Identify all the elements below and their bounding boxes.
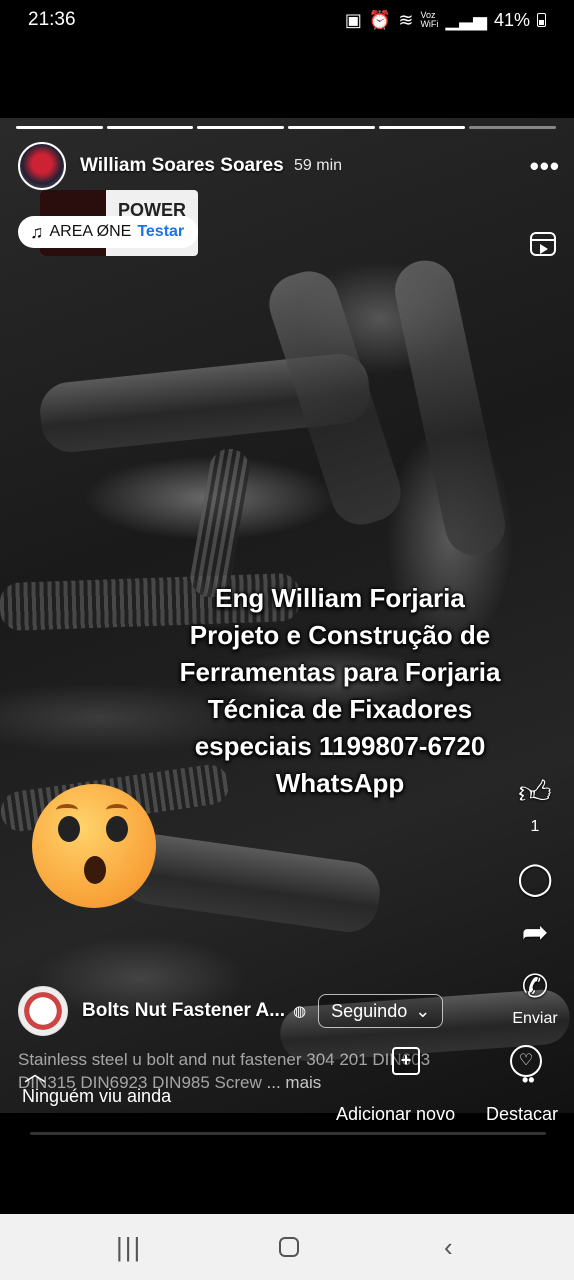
like-count: 1 <box>530 818 540 835</box>
bolt-shape <box>116 830 384 936</box>
globe-icon: ◍ <box>293 1003 307 1020</box>
overlay-line: Eng William Forjaria <box>215 583 465 613</box>
story-text-overlay: Eng William Forjaria Projeto e Construçã… <box>150 580 530 802</box>
overlay-line: Projeto e Construção de <box>189 620 491 650</box>
status-bar: 21:36 ▣ ⏰ ≋ Voz WiFi ▁▃▅ 41% <box>0 0 574 40</box>
status-icons: ▣ ⏰ ≋ Voz WiFi ▁▃▅ 41% <box>345 10 546 31</box>
side-actions: 👍︎ 1 ◯ ➦ ✆ Enviar <box>512 774 558 1028</box>
progress-segment <box>288 126 375 129</box>
comment-icon[interactable]: ◯ <box>517 860 553 896</box>
overlay-line: Técnica de Fixadores <box>207 694 473 724</box>
clock: 21:36 <box>28 9 76 30</box>
add-icon[interactable]: + <box>392 1047 420 1075</box>
back-icon[interactable]: ‹ <box>444 1232 453 1263</box>
add-new-button[interactable]: Adicionar novo <box>336 1104 455 1125</box>
more-dots-icon[interactable]: ••• <box>530 151 560 182</box>
music-note-icon: ♫ <box>30 221 44 242</box>
overlay-line: Ferramentas para Forjaria <box>179 657 501 687</box>
home-icon[interactable] <box>279 1237 299 1257</box>
progress-segment <box>197 126 285 129</box>
volte-indicator: Voz WiFi <box>420 10 439 29</box>
recents-icon[interactable]: ||| <box>116 1232 142 1263</box>
battery-level: 41% <box>493 9 530 30</box>
music-sticker[interactable]: ♫ AREA ØNE Testar <box>18 216 199 248</box>
chevron-up-icon[interactable]: ︿ <box>24 1056 46 1088</box>
wifi-icon: ≋ <box>398 9 414 30</box>
eye <box>106 816 128 842</box>
follow-label: Seguindo <box>331 1000 408 1021</box>
more-dots-icon: •• <box>522 1070 535 1090</box>
reels-icon[interactable] <box>530 232 556 256</box>
chevron-down-icon: ⌄ <box>415 1000 431 1021</box>
music-song[interactable]: Testar <box>137 223 184 241</box>
alarm-icon: ⏰ <box>368 9 392 30</box>
music-artist: AREA ØNE <box>49 223 132 240</box>
story-viewer[interactable]: William Soares Soares 59 min ••• POWER ♫… <box>0 118 574 1113</box>
battery-saver-icon: ▣ <box>344 9 362 30</box>
caption-more[interactable]: ... mais <box>267 1073 322 1092</box>
whatsapp-icon[interactable]: ✆ <box>522 968 549 1004</box>
source-page: Bolts Nut Fastener A... ◍ Seguindo ⌄ <box>18 986 444 1036</box>
story-progress <box>16 126 557 129</box>
thumbs-up-icon[interactable]: 👍︎ <box>518 774 551 810</box>
post-time: 59 min <box>294 157 343 174</box>
progress-segment <box>469 126 557 129</box>
author-avatar[interactable] <box>18 142 66 190</box>
bolt-shape <box>389 255 511 561</box>
viewers-label[interactable]: Ninguém viu ainda <box>22 1086 171 1107</box>
eye <box>58 816 80 842</box>
battery-icon <box>537 13 546 27</box>
highlight-button[interactable]: Destacar <box>486 1104 558 1125</box>
progress-segment <box>378 126 466 129</box>
eyebrow <box>106 804 128 816</box>
overlay-line: WhatsApp <box>275 768 405 798</box>
author-name[interactable]: William Soares Soares <box>80 155 284 177</box>
system-nav-bar: ||| ‹ <box>0 1214 574 1280</box>
whatsapp-send-label[interactable]: Enviar <box>512 1010 557 1028</box>
wow-reaction-icon <box>32 784 156 908</box>
page-name[interactable]: Bolts Nut Fastener A... <box>82 1000 285 1022</box>
overlay-line: especiais 1199807-6720 <box>194 731 486 761</box>
progress-segment <box>106 126 194 129</box>
share-arrow-icon[interactable]: ➦ <box>522 914 549 950</box>
page-avatar[interactable] <box>18 986 68 1036</box>
follow-button[interactable]: Seguindo ⌄ <box>318 994 444 1028</box>
signal-icon: ▁▃▅ <box>445 9 487 30</box>
progress-segment <box>16 126 103 129</box>
reply-bar <box>30 1132 546 1135</box>
mouth <box>84 856 106 884</box>
eyebrow <box>56 804 78 816</box>
